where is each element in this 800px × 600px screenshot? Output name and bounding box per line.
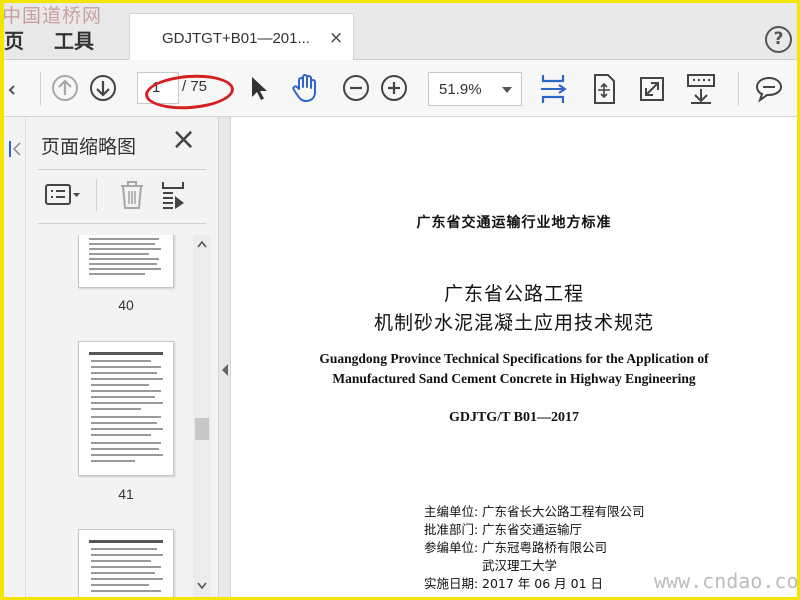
scroll-up-icon[interactable]	[196, 239, 208, 249]
select-cursor-icon[interactable]	[244, 73, 274, 103]
app-window: 页 工具 GDJTGT+B01—201... × ? 中国道桥网 1 / 75	[4, 3, 797, 597]
document-page: 广东省交通运输行业地方标准 广东省公路工程 机制砂水泥混凝土应用技术规范 Gua…	[231, 117, 797, 597]
info-row: 参编单位: 广东冠粤路桥有限公司	[424, 540, 608, 555]
divider	[38, 169, 206, 170]
close-tab-icon[interactable]: ×	[329, 28, 343, 48]
toolbar: 1 / 75 51.9%	[4, 60, 797, 117]
insert-page-icon[interactable]	[160, 179, 190, 211]
thumbnail-page[interactable]	[78, 341, 174, 476]
document-tab[interactable]: GDJTGT+B01—201... ×	[129, 13, 354, 61]
left-nav-strip	[4, 117, 26, 597]
english-title-line2: Manufactured Sand Cement Concrete in Hig…	[332, 371, 696, 386]
panel-collapse-handle[interactable]	[218, 117, 231, 597]
document-title-line1: 广东省公路工程	[443, 283, 584, 305]
tab-bar: 页 工具 GDJTGT+B01—201... × ?	[4, 3, 797, 61]
menu-tools[interactable]: 工具	[54, 25, 94, 54]
menu-page[interactable]: 页	[4, 25, 24, 54]
full-screen-icon[interactable]	[637, 74, 667, 104]
hand-tool-icon[interactable]	[290, 72, 322, 104]
standard-type: 广东省交通运输行业地方标准	[416, 215, 612, 231]
toolbar-divider	[96, 179, 97, 211]
english-title-line1: Guangdong Province Technical Specificati…	[319, 351, 709, 366]
info-row: 武汉理工大学	[482, 558, 558, 573]
delete-icon[interactable]	[118, 179, 146, 211]
zoom-value: 51.9%	[439, 81, 482, 98]
toolbar-divider	[738, 72, 739, 106]
document-title-line2: 机制砂水泥混凝土应用技术规范	[373, 312, 654, 334]
next-page-icon[interactable]	[88, 73, 118, 103]
thumbnail-options-icon[interactable]	[44, 180, 84, 210]
info-row: 批准部门: 广东省交通运输厅	[424, 522, 583, 537]
scroll-mode-icon[interactable]	[538, 72, 568, 106]
site-watermark: 中国道桥网	[4, 5, 103, 27]
panel-title: 页面缩略图	[41, 136, 137, 158]
previous-page-icon[interactable]	[50, 73, 80, 103]
zoom-out-icon[interactable]	[341, 73, 371, 103]
divider	[38, 223, 206, 224]
close-panel-icon[interactable]: ×	[171, 125, 196, 155]
thumbnail-page-number: 41	[118, 486, 134, 502]
thumbnail-list: 40 41	[26, 235, 206, 597]
help-icon[interactable]: ?	[765, 26, 792, 53]
zoom-select[interactable]: 51.9%	[428, 72, 522, 106]
site-watermark-url: www.cndao.com	[654, 569, 797, 593]
standard-code: GDJTG/T B01—2017	[448, 410, 580, 425]
scroll-down-icon[interactable]	[196, 581, 208, 591]
publication-info: 主编单位: 广东省长大公路工程有限公司 批准部门: 广东省交通运输厅 参编单位: 广东…	[424, 503, 645, 593]
thumbnail-scrollbar[interactable]	[193, 235, 211, 597]
read-mode-icon[interactable]	[685, 72, 717, 106]
info-row: 主编单位: 广东省长大公路工程有限公司	[424, 504, 645, 519]
thumbnail-panel: 页面缩略图 × 40 41	[26, 117, 218, 597]
toolbar-divider	[40, 72, 41, 106]
thumbnail-page-number: 40	[118, 297, 134, 313]
thumbnail-page[interactable]	[78, 529, 174, 597]
chevron-down-icon	[502, 87, 512, 93]
thumbnail-page[interactable]	[78, 235, 174, 288]
fit-page-icon[interactable]	[589, 72, 619, 106]
chevron-left-icon[interactable]	[6, 139, 22, 159]
scroll-thumb[interactable]	[195, 418, 209, 440]
zoom-in-icon[interactable]	[379, 73, 409, 103]
document-tab-title: GDJTGT+B01—201...	[162, 30, 310, 47]
comment-icon[interactable]	[754, 74, 784, 104]
info-row: 实施日期: 2017 年 06 月 01 日	[424, 576, 603, 591]
chevron-left-icon[interactable]	[7, 74, 17, 104]
collapse-arrow-icon	[222, 364, 228, 376]
